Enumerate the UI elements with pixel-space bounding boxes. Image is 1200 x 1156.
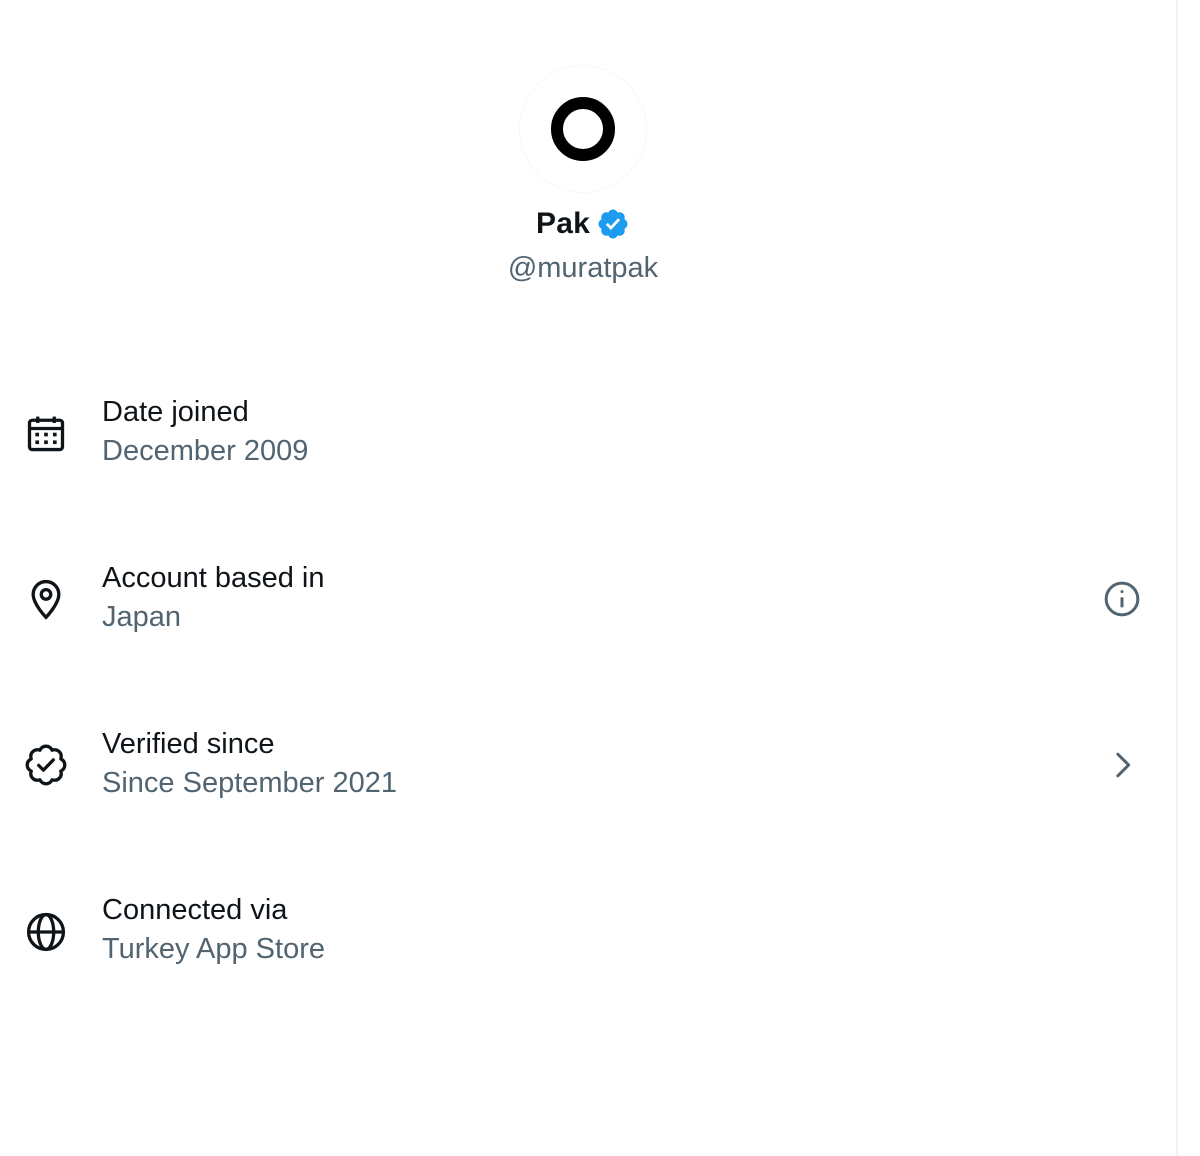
calendar-icon	[24, 412, 68, 456]
info-row-account-based-in: Account based in Japan	[0, 546, 1176, 666]
row-value: Japan	[102, 601, 182, 633]
info-icon[interactable]	[1102, 579, 1142, 619]
info-row-connected-via: Connected via Turkey App Store	[0, 878, 1176, 998]
location-pin-icon	[24, 577, 68, 621]
profile-name: Pak	[536, 207, 590, 240]
page-right-border	[1176, 0, 1178, 1156]
verified-badge-outline-icon	[24, 743, 68, 787]
profile-name-row: Pak	[0, 207, 1166, 241]
avatar-ring-logo	[551, 97, 615, 161]
info-row-date-joined: Date joined December 2009	[0, 380, 1176, 500]
avatar[interactable]	[520, 66, 646, 192]
row-label: Connected via	[102, 894, 288, 926]
globe-icon	[24, 910, 68, 954]
chevron-right-icon[interactable]	[1102, 745, 1142, 785]
row-label: Date joined	[102, 396, 249, 428]
row-value: Turkey App Store	[102, 933, 325, 965]
verified-badge-icon[interactable]	[596, 207, 630, 241]
row-value: Since September 2021	[102, 767, 398, 799]
row-value: December 2009	[102, 435, 309, 467]
info-row-verified-since[interactable]: Verified since Since September 2021	[0, 712, 1176, 832]
row-label: Account based in	[102, 562, 325, 594]
row-label: Verified since	[102, 728, 275, 760]
profile-handle[interactable]: @muratpak	[0, 252, 1166, 285]
